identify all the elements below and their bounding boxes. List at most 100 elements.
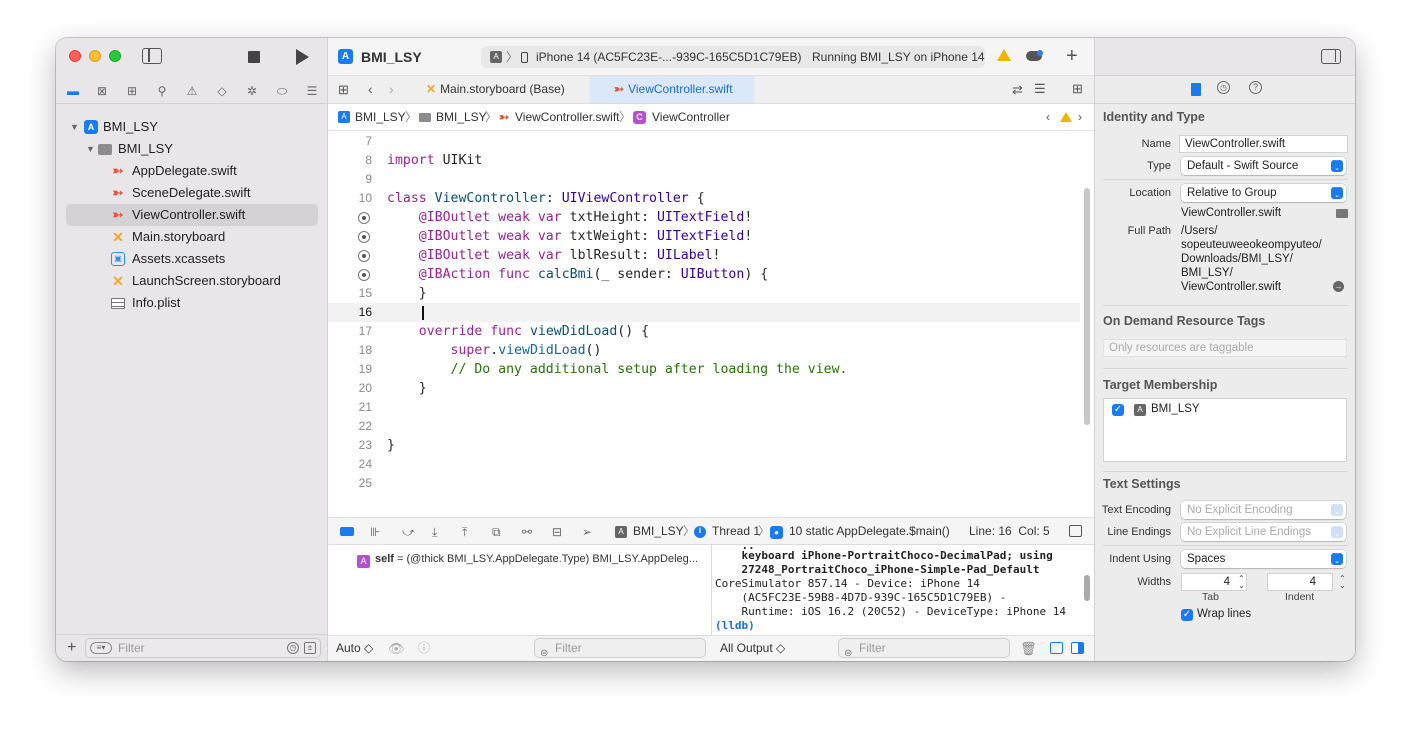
recent-clock-icon[interactable]: ◷ bbox=[287, 642, 299, 654]
warning-icon[interactable] bbox=[997, 49, 1011, 61]
tab-width-stepper-icon[interactable]: ⌃ ⌄ bbox=[1238, 575, 1245, 590]
add-library-button[interactable]: + bbox=[1066, 45, 1078, 68]
outlet-connection-icon[interactable] bbox=[358, 250, 370, 262]
indent-width-field[interactable]: 4 bbox=[1267, 573, 1333, 591]
editor-scrollbar[interactable] bbox=[1084, 188, 1090, 425]
test-navigator-diamond-icon[interactable]: ◇ bbox=[214, 84, 230, 98]
console-filter-input[interactable]: ⊜ Filter bbox=[838, 638, 1010, 659]
run-icon[interactable] bbox=[296, 49, 309, 65]
view-hierarchy-icon[interactable]: ⧉ bbox=[492, 526, 501, 538]
file-inspector-document-icon[interactable] bbox=[1191, 83, 1201, 96]
lldb-prompt[interactable]: (lldb) bbox=[715, 619, 755, 633]
step-into-icon[interactable]: ⤓ bbox=[432, 526, 437, 538]
disclosure-down-icon[interactable]: ▼ bbox=[86, 138, 95, 160]
environment-overrides-icon[interactable]: ⊟ bbox=[552, 526, 562, 538]
tree-item-viewcontroller[interactable]: ➳ ViewController.swift bbox=[66, 204, 318, 226]
tree-item-main-storyboard[interactable]: ✕ Main.storyboard bbox=[56, 226, 328, 248]
reveal-in-finder-arrow-icon[interactable]: → bbox=[1333, 281, 1344, 292]
file-name-field[interactable]: ViewController.swift bbox=[1179, 135, 1348, 153]
next-issue-chevron-icon[interactable]: › bbox=[1078, 104, 1082, 130]
line-endings-popup[interactable]: No Explicit Line Endings ⌃ ⌄ bbox=[1181, 523, 1346, 541]
scheme-app-icon[interactable]: A bbox=[490, 51, 502, 63]
indent-width-stepper-icon[interactable]: ⌃ ⌄ bbox=[1339, 575, 1346, 590]
step-over-icon[interactable]: ⤻ bbox=[402, 526, 415, 538]
tree-item-assets[interactable]: ▣ Assets.xcassets bbox=[56, 248, 328, 270]
source-control-filter-icon[interactable]: ± bbox=[304, 642, 316, 654]
show-console-icon[interactable] bbox=[1071, 642, 1084, 654]
tree-item-group[interactable]: ▼ BMI_LSY bbox=[56, 138, 328, 160]
debug-frame[interactable]: 10 static AppDelegate.$main() bbox=[789, 518, 950, 545]
forward-chevron-icon[interactable]: › bbox=[389, 81, 394, 97]
history-clock-icon[interactable]: ◷ bbox=[1217, 81, 1230, 94]
find-navigator-search-icon[interactable]: ⚲ bbox=[154, 84, 170, 98]
split-editor-icon[interactable]: ⊞ bbox=[1072, 81, 1083, 97]
tree-item-appdelegate[interactable]: ➳ AppDelegate.swift bbox=[56, 160, 328, 182]
source-control-navigator-icon[interactable]: ⊠ bbox=[94, 84, 110, 98]
breadcrumb-file[interactable]: ViewController.swift bbox=[515, 104, 619, 130]
wrap-lines-checkbox[interactable]: ✓ bbox=[1181, 609, 1193, 621]
debug-navigator-spray-icon[interactable]: ✲ bbox=[244, 84, 260, 98]
xcode-cloud-icon[interactable] bbox=[1026, 50, 1043, 61]
stop-icon[interactable] bbox=[248, 51, 260, 63]
editor-options-icon[interactable]: ☰ bbox=[1034, 81, 1046, 97]
outlet-connection-icon[interactable] bbox=[358, 231, 370, 243]
console-output-popup[interactable]: All Output ◇ bbox=[720, 636, 785, 661]
disclosure-down-icon[interactable]: ▼ bbox=[70, 116, 79, 138]
variables-filter-input[interactable]: ⊜ Filter bbox=[534, 638, 706, 659]
action-connection-icon[interactable] bbox=[358, 269, 370, 281]
target-checkbox[interactable]: ✓ bbox=[1112, 404, 1124, 416]
location-popup[interactable]: Relative to Group ⌃ ⌄ bbox=[1181, 184, 1346, 202]
back-chevron-icon[interactable]: ‹ bbox=[368, 81, 373, 97]
show-variables-view-icon[interactable] bbox=[1050, 642, 1063, 654]
breakpoint-navigator-tag-icon[interactable]: ⬭ bbox=[274, 84, 290, 98]
breadcrumb-symbol[interactable]: ViewController bbox=[652, 104, 730, 130]
source-editor[interactable]: 7 8 import UIKit 9 10 class ViewController… bbox=[328, 131, 1080, 517]
quick-look-eye-icon[interactable]: 👁 bbox=[388, 636, 405, 661]
reveal-folder-icon[interactable] bbox=[1336, 209, 1348, 218]
zoom-window-button[interactable] bbox=[109, 50, 121, 62]
close-window-button[interactable] bbox=[69, 50, 81, 62]
simulate-location-icon[interactable]: ➢ bbox=[582, 526, 592, 538]
indent-using-popup[interactable]: Spaces ⌃ ⌄ bbox=[1181, 550, 1346, 568]
issue-navigator-warning-icon[interactable]: ⚠ bbox=[184, 84, 200, 98]
variables-scope-popup[interactable]: Auto ◇ bbox=[336, 636, 373, 661]
project-navigator-folder-icon[interactable]: ▬ bbox=[65, 84, 81, 98]
grid-related-items-icon[interactable]: ⊞ bbox=[338, 82, 349, 98]
debug-area-toggle-icon[interactable] bbox=[340, 527, 354, 536]
debug-target[interactable]: BMI_LSY bbox=[633, 518, 684, 545]
tree-item-launchscreen[interactable]: ✕ LaunchScreen.storyboard bbox=[56, 270, 328, 292]
minimize-window-button[interactable] bbox=[89, 50, 101, 62]
breadcrumb-project[interactable]: BMI_LSY bbox=[355, 104, 406, 130]
info-icon[interactable]: ⓘ bbox=[418, 636, 430, 661]
swap-arrows-icon[interactable]: ⇄ bbox=[1012, 82, 1023, 98]
debug-thread[interactable]: Thread 1 bbox=[712, 518, 760, 545]
memory-graph-icon[interactable]: ⚯ bbox=[522, 526, 532, 538]
tree-item-scenedelegate[interactable]: ➳ SceneDelegate.swift bbox=[56, 182, 328, 204]
quick-help-question-icon[interactable]: ? bbox=[1249, 81, 1262, 94]
console-scrollbar[interactable] bbox=[1084, 575, 1090, 601]
tree-item-infoplist[interactable]: Info.plist bbox=[56, 292, 328, 314]
file-type-popup[interactable]: Default - Swift Source ⌃ ⌄ bbox=[1181, 157, 1346, 175]
navigator-filter-input[interactable]: ≡▾ Filter ◷ ± bbox=[85, 638, 321, 658]
toggle-navigator-icon[interactable] bbox=[142, 48, 162, 64]
activity-status-bar[interactable]: A 〉 iPhone 14 (AC5FC23E-...-939C-165C5D1… bbox=[481, 46, 985, 68]
trash-icon[interactable]: 🗑 bbox=[1020, 636, 1037, 661]
report-navigator-list-icon[interactable]: ☰ bbox=[304, 84, 320, 98]
tree-item-project[interactable]: ▼ A BMI_LSY bbox=[56, 116, 328, 138]
warning-icon[interactable] bbox=[1060, 112, 1072, 122]
resource-tags-field[interactable]: Only resources are taggable bbox=[1103, 339, 1347, 357]
toggle-inspector-icon[interactable] bbox=[1321, 49, 1341, 64]
add-file-plus-icon[interactable]: + bbox=[67, 639, 76, 657]
outlet-connection-icon[interactable] bbox=[358, 212, 370, 224]
hide-debug-area-icon[interactable] bbox=[1069, 525, 1082, 537]
symbol-navigator-icon[interactable]: ⊞ bbox=[124, 84, 140, 98]
variable-row[interactable]: Aself = (@thick BMI_LSY.AppDelegate.Type… bbox=[357, 553, 698, 568]
tab-main-storyboard[interactable]: ✕ Main.storyboard (Base) bbox=[418, 76, 588, 103]
continue-icon[interactable]: ⊪ bbox=[370, 526, 380, 538]
text-encoding-popup[interactable]: No Explicit Encoding ⌃ ⌄ bbox=[1181, 501, 1346, 519]
breadcrumb-group[interactable]: BMI_LSY bbox=[436, 104, 487, 130]
console-output[interactable]: .. keyboard iPhone-PortraitChoco-Decimal… bbox=[712, 545, 1094, 635]
run-destination[interactable]: iPhone 14 (AC5FC23E-...-939C-165C5D1C79E… bbox=[536, 46, 801, 68]
step-out-icon[interactable]: ⤒ bbox=[462, 526, 467, 538]
previous-issue-chevron-icon[interactable]: ‹ bbox=[1046, 104, 1050, 130]
